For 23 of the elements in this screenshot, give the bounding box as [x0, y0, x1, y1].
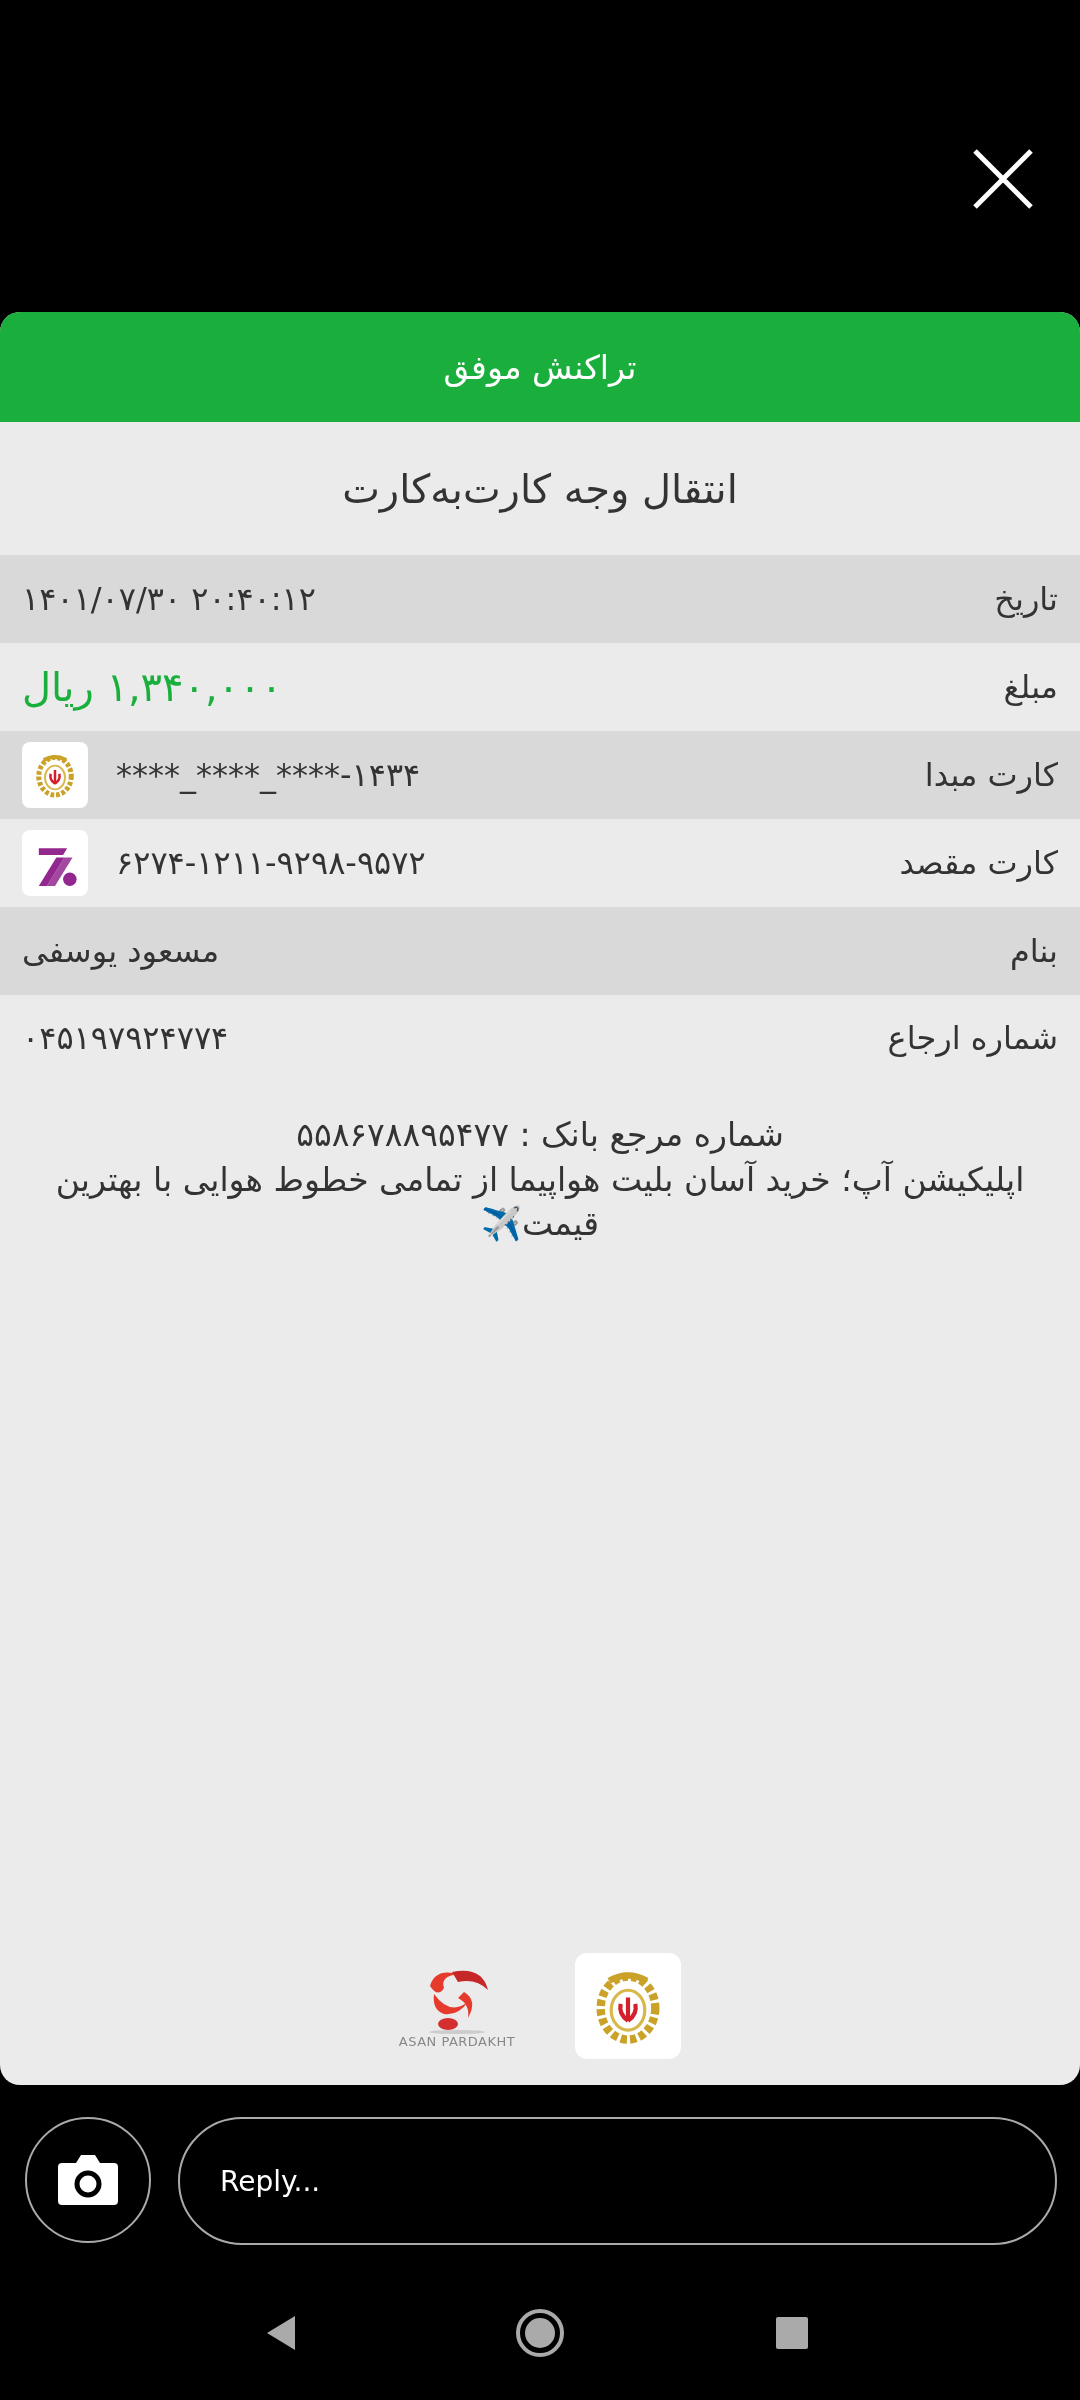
field-label: کارت مقصد: [899, 844, 1058, 882]
logo-caption: ASAN PARDAKHT: [398, 2033, 516, 2049]
amount-value: ۱,۳۴۰,۰۰۰ ریال: [22, 664, 283, 710]
field-label: مبلغ: [1003, 668, 1058, 706]
field-label: شماره ارجاع: [887, 1019, 1058, 1057]
card-number: ۶۲۷۴-۱۲۱۱-۹۲۹۸-۹۵۷۲: [116, 844, 426, 882]
status-title: تراکنش موفق: [443, 347, 637, 387]
card-number: ****_****_****-۱۴۳۴: [116, 756, 421, 794]
field-value: ۱۴۰۱/۰۷/۳۰ ۲۰:۴۰:۱۲: [22, 580, 316, 618]
field-value: مسعود یوسفی: [22, 932, 220, 970]
field-label: کارت مبدا: [924, 756, 1058, 794]
bank-logo-icon: [575, 1953, 682, 2059]
camera-icon: [56, 2153, 120, 2207]
close-icon[interactable]: [972, 148, 1034, 210]
message-text: شماره مرجع بانک : ۵۵۸۶۷۸۸۹۵۴۷۷: [295, 1114, 785, 1156]
field-label: تاریخ: [994, 580, 1058, 618]
field-label: بنام: [1009, 932, 1058, 970]
field-value: ۰۴۵۱۹۷۹۲۴۷۷۴: [22, 1019, 229, 1057]
bank-logo-icon: [22, 830, 88, 896]
transaction-title: انتقال وجه کارت‌به‌کارت: [342, 465, 738, 512]
message-text: اپلیکیشن آپ؛ خرید آسان بلیت هواپیما از تمامی خطوط هوایی با بهترین قیمت✈: [54, 1158, 1026, 1246]
reply-field[interactable]: Reply...: [178, 2117, 1057, 2245]
bank-logo-icon: [22, 742, 88, 808]
